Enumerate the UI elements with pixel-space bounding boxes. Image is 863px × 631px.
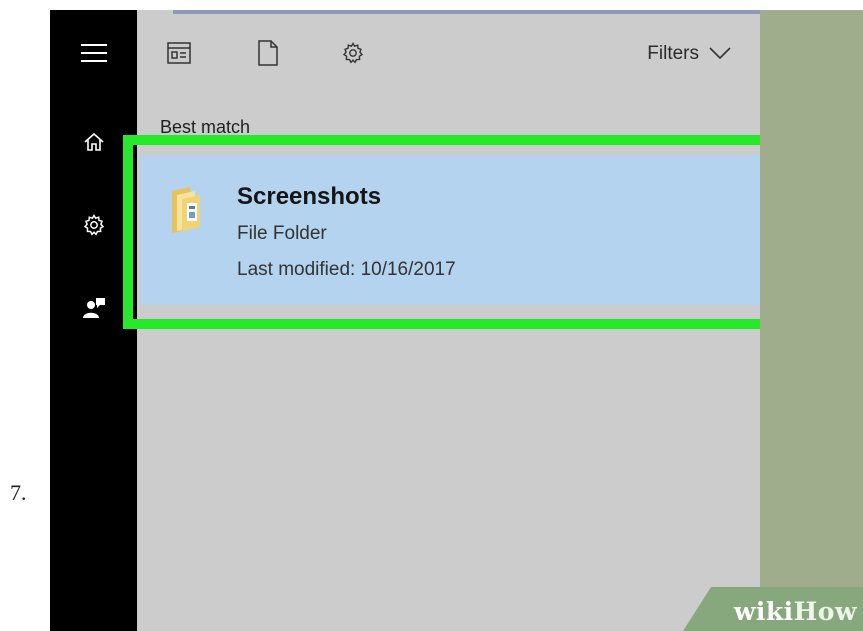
search-box-edge (173, 10, 760, 14)
home-button[interactable] (50, 120, 137, 164)
documents-filter-button[interactable] (251, 38, 285, 72)
search-results-panel: Filters Best match Screenshots File Fold… (137, 10, 760, 631)
settings-button[interactable] (50, 203, 137, 247)
watermark-wiki: wiki (733, 597, 794, 626)
apps-filter-button[interactable] (162, 38, 196, 72)
apps-icon (167, 41, 191, 69)
windows-search-window: Filters Best match Screenshots File Fold… (50, 10, 863, 631)
feedback-button[interactable] (50, 286, 137, 330)
gear-icon (82, 213, 106, 237)
menu-button[interactable] (50, 31, 137, 75)
result-modified-date: Last modified: 10/16/2017 (237, 259, 456, 280)
settings-filter-button[interactable] (336, 38, 370, 72)
left-sidebar (50, 10, 137, 631)
watermark-how: How (793, 597, 857, 626)
search-result-item[interactable]: Screenshots File Folder Last modified: 1… (140, 155, 760, 305)
result-type: File Folder (237, 223, 327, 244)
best-match-heading: Best match (160, 117, 251, 137)
documents-icon (258, 39, 278, 71)
step-number: 7. (10, 480, 27, 505)
result-title: Screenshots (237, 183, 382, 210)
filters-dropdown[interactable]: Filters (647, 43, 731, 65)
filters-label: Filters (647, 43, 699, 64)
desktop-background (760, 10, 863, 631)
settings-icon (341, 41, 365, 70)
home-icon (83, 131, 105, 153)
hamburger-menu-icon (80, 43, 107, 63)
chevron-down-icon (709, 43, 731, 65)
feedback-person-icon (82, 296, 106, 320)
folder-icon (168, 183, 208, 235)
wikihow-watermark: wikiHow (683, 587, 863, 631)
